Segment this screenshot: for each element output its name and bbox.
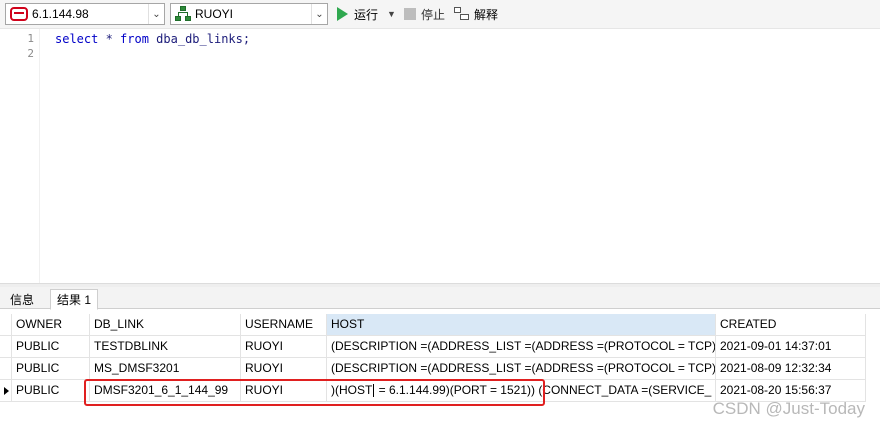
connection-label: 6.1.144.98 [32, 7, 89, 21]
row-marker[interactable] [0, 380, 12, 402]
column-header-created[interactable]: CREATED [716, 314, 866, 336]
annotation-highlight-box [84, 379, 545, 406]
database-label: RUOYI [195, 7, 234, 21]
connection-icon [10, 7, 28, 21]
column-header-owner[interactable]: OWNER [12, 314, 90, 336]
database-select[interactable]: RUOYI ⌄ [170, 3, 328, 25]
stop-icon [404, 8, 416, 20]
cell-db-link[interactable]: MS_DMSF3201 [90, 358, 241, 380]
sql-keyword: select [55, 32, 99, 46]
row-marker[interactable] [0, 358, 12, 380]
connection-select[interactable]: 6.1.144.98 ⌄ [5, 3, 165, 25]
sql-keyword: from [120, 32, 149, 46]
cell-created[interactable]: 2021-09-01 14:37:01 [716, 336, 866, 358]
row-marker[interactable] [0, 336, 12, 358]
cell-created[interactable]: 2021-08-09 12:32:34 [716, 358, 866, 380]
cell-username[interactable]: RUOYI [241, 358, 327, 380]
sql-text: dba_db_links; [148, 32, 251, 46]
run-label: 运行 [354, 7, 379, 22]
column-header-host[interactable]: HOST [327, 314, 716, 336]
sql-text: * [98, 32, 121, 46]
sql-line[interactable]: select * from dba_db_links; [55, 32, 250, 46]
current-row-arrow-icon [4, 387, 9, 395]
tab-info[interactable]: 信息 [4, 289, 40, 309]
cell-owner[interactable]: PUBLIC [12, 336, 90, 358]
cell-host[interactable]: (DESCRIPTION =(ADDRESS_LIST =(ADDRESS =(… [327, 336, 716, 358]
line-number: 2 [27, 47, 34, 60]
cell-username[interactable]: RUOYI [241, 336, 327, 358]
table-row[interactable]: PUBLIC TESTDBLINK RUOYI (DESCRIPTION =(A… [0, 336, 866, 358]
run-dropdown-button[interactable]: ▼ [387, 4, 396, 24]
column-header-db-link[interactable]: DB_LINK [90, 314, 241, 336]
cell-db-link[interactable]: TESTDBLINK [90, 336, 241, 358]
explain-plan-icon [454, 7, 470, 21]
explain-button[interactable]: 解释 [454, 4, 498, 24]
chevron-down-icon[interactable]: ⌄ [311, 4, 327, 24]
row-marker [0, 314, 12, 336]
result-tabbar: 信息 结果 1 [0, 287, 880, 310]
explain-label: 解释 [474, 7, 499, 22]
stop-button[interactable]: 停止 [404, 4, 445, 24]
chevron-down-icon[interactable]: ⌄ [148, 4, 164, 24]
toolbar: 6.1.144.98 ⌄ RUOYI ⌄ 运行 ▼ 停止 解释 [0, 0, 880, 29]
run-button[interactable]: 运行 [337, 4, 378, 24]
watermark: CSDN @Just-Today [712, 399, 865, 418]
column-header-username[interactable]: USERNAME [241, 314, 327, 336]
cell-owner[interactable]: PUBLIC [12, 380, 90, 402]
stop-label: 停止 [421, 7, 446, 22]
database-icon [175, 6, 191, 22]
line-number-gutter: 1 2 [0, 29, 40, 285]
sql-editor[interactable]: 1 2 select * from dba_db_links; [0, 29, 880, 285]
cell-host[interactable]: (DESCRIPTION =(ADDRESS_LIST =(ADDRESS =(… [327, 358, 716, 380]
tab-result-1[interactable]: 结果 1 [50, 289, 99, 310]
grid-header-row: OWNER DB_LINK USERNAME HOST CREATED [0, 314, 866, 336]
line-number: 1 [27, 32, 34, 45]
cell-owner[interactable]: PUBLIC [12, 358, 90, 380]
table-row[interactable]: PUBLIC MS_DMSF3201 RUOYI (DESCRIPTION =(… [0, 358, 866, 380]
play-icon [337, 7, 348, 21]
